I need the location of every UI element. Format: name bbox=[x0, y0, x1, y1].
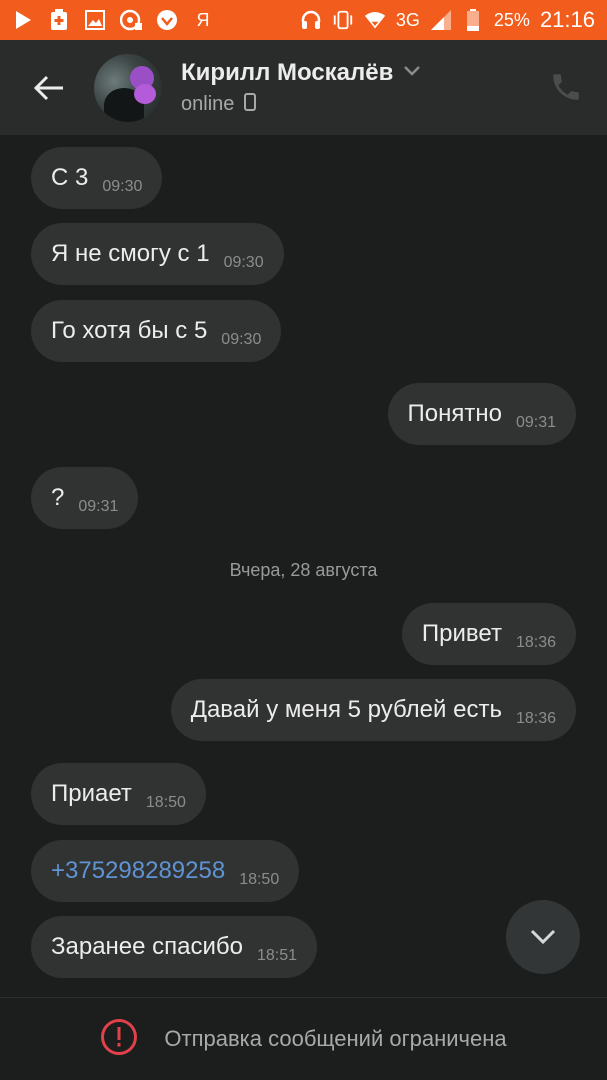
headset-icon bbox=[300, 9, 322, 31]
warning-icon bbox=[100, 1018, 138, 1061]
restriction-notice: Отправка сообщений ограничена bbox=[164, 1026, 507, 1051]
arrow-left-icon bbox=[33, 75, 63, 100]
message-time: 09:30 bbox=[102, 178, 143, 195]
message-bubble[interactable]: Я не смогу с 1 09:30 bbox=[31, 223, 284, 285]
messaging-restricted-bar: Отправка сообщений ограничена bbox=[0, 997, 607, 1080]
message-time: 09:31 bbox=[78, 498, 119, 515]
scroll-to-bottom-button[interactable] bbox=[506, 900, 580, 974]
vibrate-icon bbox=[332, 9, 354, 31]
signal-icon bbox=[430, 9, 452, 31]
date-separator: Вчера, 28 августа bbox=[229, 560, 378, 580]
message-text: Привет bbox=[421, 620, 502, 647]
status-bar: Я 3G 25% 21:16 bbox=[0, 0, 607, 40]
message-list[interactable]: С 3 09:30 Я не смогу с 1 09:30 Го хотя б… bbox=[0, 135, 607, 997]
message-bubble[interactable]: С 3 09:30 bbox=[31, 147, 163, 209]
contact-info[interactable]: Кирилл Москалёв online bbox=[181, 59, 421, 116]
message-bubble[interactable]: Давай у меня 5 рублей есть 18:36 bbox=[170, 679, 576, 741]
message-bubble[interactable]: +375298289258 18:50 bbox=[31, 840, 300, 902]
chevron-down-icon bbox=[530, 929, 556, 945]
network-type: 3G bbox=[395, 9, 420, 30]
message-time: 09:30 bbox=[221, 331, 262, 348]
message-time: 18:36 bbox=[515, 710, 556, 727]
download-app-icon bbox=[156, 9, 178, 31]
play-icon bbox=[12, 9, 34, 31]
contact-name: Кирилл Москалёв bbox=[181, 59, 394, 86]
carrier-glyph: Я bbox=[196, 9, 210, 30]
back-button[interactable] bbox=[24, 63, 74, 113]
wifi-icon bbox=[364, 9, 386, 31]
contact-status: online bbox=[181, 93, 235, 115]
medical-plus-icon bbox=[48, 9, 70, 31]
message-time: 18:36 bbox=[515, 634, 556, 651]
chat-header: Кирилл Москалёв online bbox=[0, 40, 607, 135]
cd-icon bbox=[120, 9, 142, 31]
battery-icon bbox=[462, 9, 484, 31]
message-time: 18:50 bbox=[145, 794, 186, 811]
message-bubble[interactable]: Привет 18:36 bbox=[401, 603, 576, 665]
message-text: Я не смогу с 1 bbox=[51, 240, 210, 267]
message-bubble[interactable]: Понятно 09:31 bbox=[387, 383, 576, 445]
message-text: С 3 bbox=[51, 164, 89, 191]
message-bubble[interactable]: Го хотя бы с 5 09:30 bbox=[31, 300, 282, 362]
message-text: ? bbox=[51, 484, 65, 511]
phone-icon bbox=[553, 74, 579, 100]
avatar[interactable] bbox=[94, 53, 162, 122]
message-text: Давай у меня 5 рублей есть bbox=[190, 696, 502, 723]
message-time: 09:30 bbox=[223, 254, 264, 271]
message-text: Понятно bbox=[407, 400, 502, 427]
message-time: 18:50 bbox=[239, 871, 280, 888]
message-bubble[interactable]: Заранее спасибо 18:51 bbox=[31, 916, 318, 978]
battery-percent: 25% bbox=[493, 9, 530, 30]
message-time: 09:31 bbox=[515, 414, 556, 431]
call-button[interactable] bbox=[549, 70, 583, 104]
message-text: Го хотя бы с 5 bbox=[51, 317, 208, 344]
message-text: Приает bbox=[51, 780, 132, 807]
image-icon bbox=[84, 9, 106, 31]
message-bubble[interactable]: ? 09:31 bbox=[31, 467, 139, 529]
phone-number-link[interactable]: +375298289258 bbox=[51, 857, 225, 885]
mobile-device-icon bbox=[244, 93, 257, 116]
chevron-down-icon bbox=[403, 64, 421, 82]
clock: 21:16 bbox=[539, 7, 595, 32]
message-text: Заранее спасибо bbox=[51, 933, 243, 960]
message-bubble[interactable]: Приает 18:50 bbox=[31, 763, 206, 825]
message-time: 18:51 bbox=[257, 947, 298, 964]
